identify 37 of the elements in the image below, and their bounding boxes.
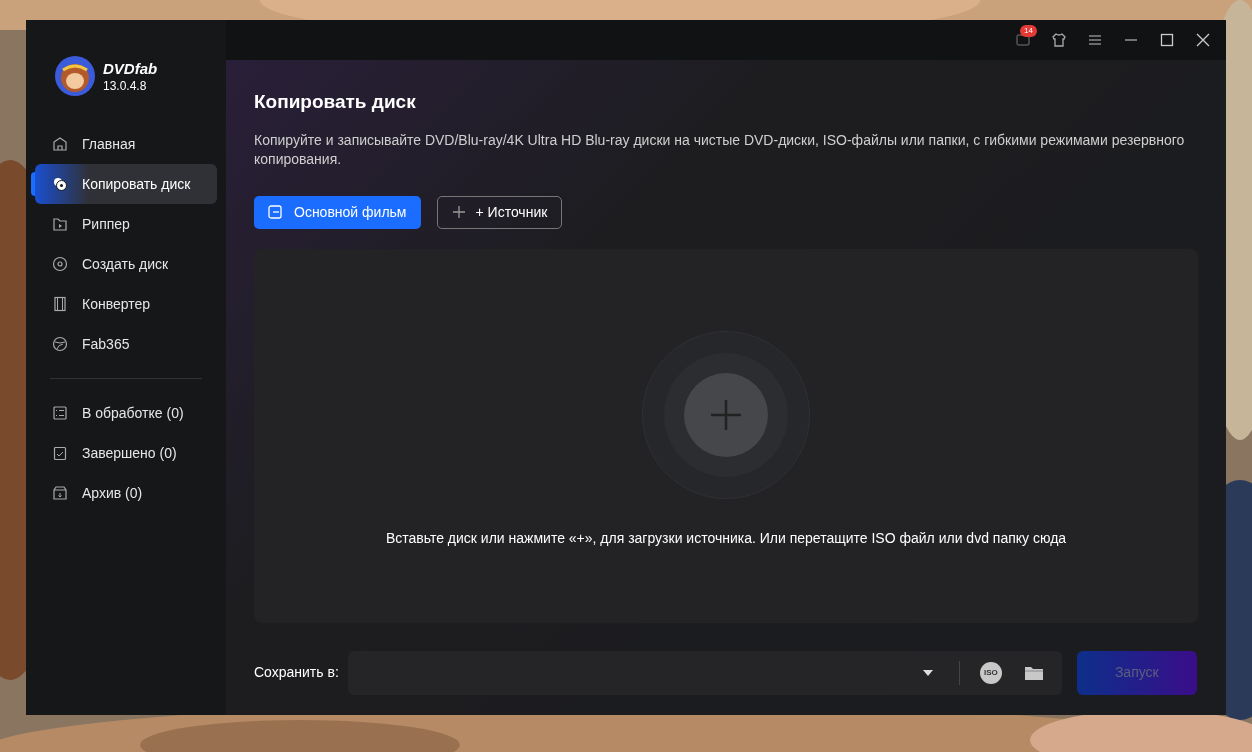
shirt-icon[interactable]: [1050, 31, 1068, 49]
home-icon: [52, 136, 68, 152]
film-icon: [52, 296, 68, 312]
main-movie-button[interactable]: Основной фильм: [254, 195, 421, 229]
sidebar-item[interactable]: Главная: [35, 124, 217, 164]
folder-play-icon: [52, 216, 68, 232]
iso-icon[interactable]: ISO: [979, 661, 1002, 684]
sidebar-item[interactable]: Fab365: [35, 324, 217, 364]
page-description: Копируйте и записывайте DVD/Blu-ray/4K Ultra HD Blu-ray диски на чистые DVD-диски, ISO-файлы или папки, с гибкими режимами резервного копирования.: [254, 130, 1186, 169]
dropdown-caret-icon[interactable]: [922, 669, 933, 676]
save-label: Сохранить в:: [254, 663, 339, 682]
drop-area[interactable]: Вставьте диск или нажмите «+», для загрузки источника. Или перетащите ISO файл или dvd папку сюда: [254, 248, 1198, 623]
sidebar-item[interactable]: Создать диск: [35, 244, 217, 284]
folder-icon[interactable]: [1023, 664, 1044, 681]
close-icon[interactable]: [1194, 31, 1212, 49]
app-version: 13.0.4.8: [103, 79, 148, 92]
save-path-field[interactable]: ISO: [347, 650, 1062, 695]
sidebar-item[interactable]: Завершено (0): [35, 433, 217, 473]
sidebar-item[interactable]: Риппер: [35, 204, 217, 244]
maximize-icon[interactable]: [1158, 31, 1176, 49]
notification-badge: 14: [1020, 25, 1037, 37]
archive-box-icon: [52, 485, 68, 501]
disc-icon: [52, 256, 68, 272]
disc-icon: [52, 176, 68, 192]
task-list-icon: [52, 405, 68, 421]
plus-icon: [451, 205, 466, 219]
clipboard-check-icon: [52, 445, 68, 461]
drop-hint: Вставьте диск или нажмите «+», для загрузки источника. Или перетащите ISO файл или dvd папку сюда: [385, 528, 1067, 548]
add-source-button[interactable]: + Источник: [436, 195, 563, 229]
plus-icon: [710, 398, 742, 431]
sidebar-item[interactable]: Конвертер: [35, 284, 217, 324]
app-name: DVDfab: [103, 60, 158, 76]
sidebar-item[interactable]: Архив (0): [35, 473, 217, 513]
message-icon[interactable]: [1014, 31, 1032, 49]
page-title: Копировать диск: [254, 90, 417, 114]
monkey-logo-icon: [55, 56, 95, 96]
sidebar-item[interactable]: В обработке (0): [35, 393, 217, 433]
